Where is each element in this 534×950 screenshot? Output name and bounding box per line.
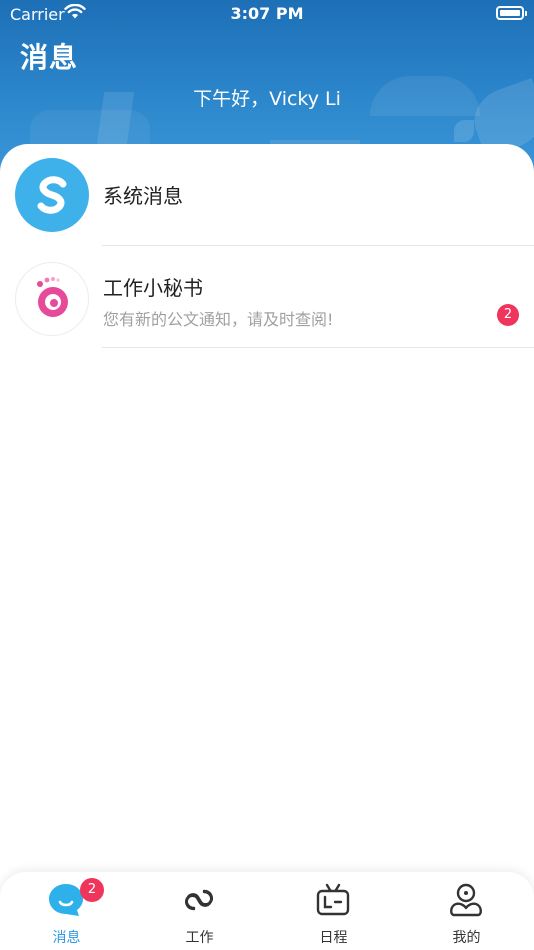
message-sender-name: 系统消息 [103,184,183,208]
tab-label: 日程 [319,930,348,946]
tab-label: 消息 [52,930,81,946]
list-item-system-messages[interactable]: 系统消息 [0,144,534,246]
calendar-tv-icon [316,883,350,916]
tab-bar: 2 消息 工作 日程 我的 [0,872,534,950]
tab-messages[interactable]: 2 消息 [0,872,133,950]
message-sender-name: 工作小秘书 [103,276,203,300]
clock: 3:07 PM [230,4,304,23]
message-list: 系统消息 工作小秘书 您有新的公文通知，请及时查阅! 2 [0,144,534,874]
page-title: 消息 [20,41,79,74]
tab-schedule[interactable]: 日程 [267,872,400,950]
list-item-work-secretary[interactable]: 工作小秘书 您有新的公文通知，请及时查阅! 2 [0,246,534,348]
battery-icon [496,6,527,20]
status-bar: Carrier 3:07 PM [0,0,534,28]
tab-mine[interactable]: 我的 [400,872,533,950]
tab-badge: 2 [80,878,104,902]
tab-work[interactable]: 工作 [133,872,266,950]
unread-badge: 2 [497,304,519,326]
system-logo-icon [15,158,89,232]
message-preview: 您有新的公文通知，请及时查阅! [103,310,334,329]
secretary-mascot-icon [15,262,89,336]
tab-label: 我的 [452,930,481,946]
profile-icon [450,883,482,917]
leaf-decoration [454,120,474,142]
greeting-text: 下午好，Vicky Li [193,88,341,110]
work-link-icon [185,889,213,911]
divider [102,347,534,348]
chat-bubble-icon [49,884,83,916]
tab-label: 工作 [185,930,214,946]
